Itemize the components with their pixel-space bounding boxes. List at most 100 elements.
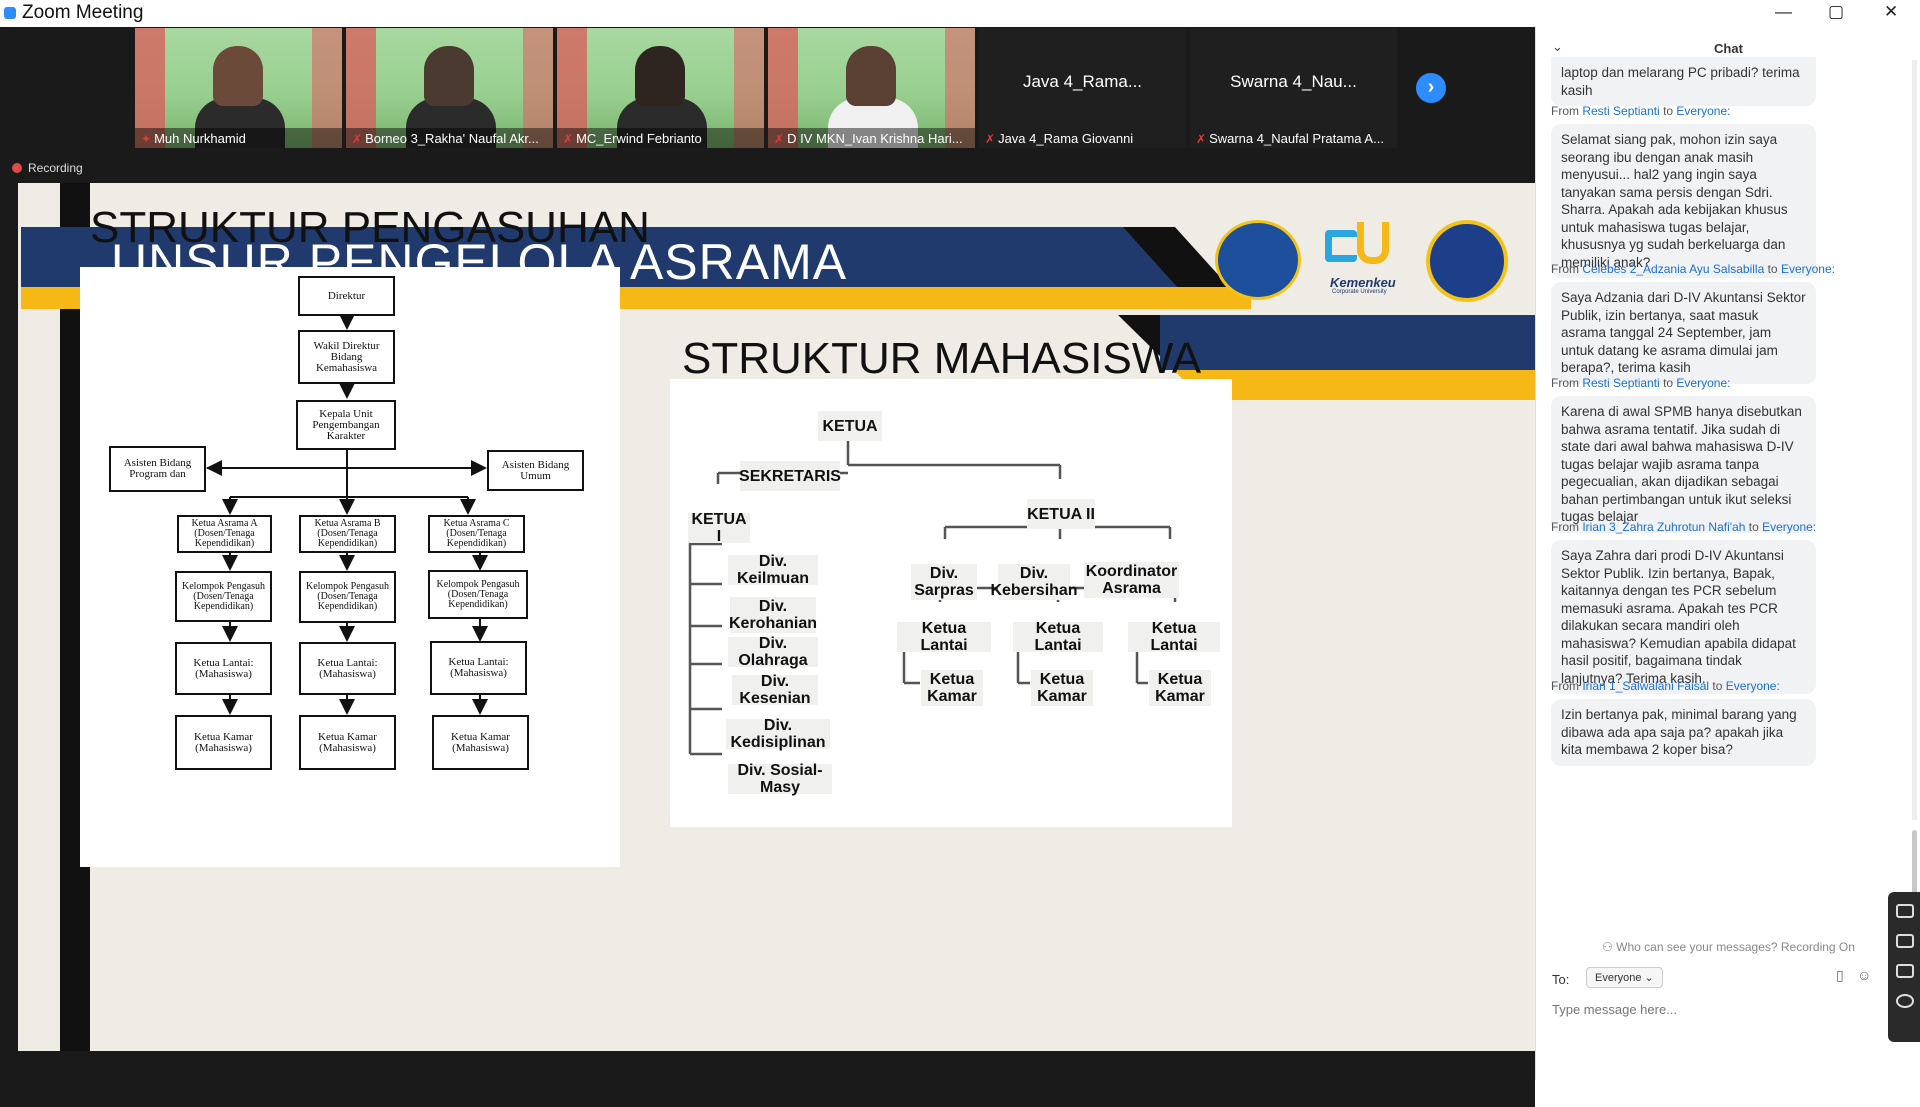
- chat-sender[interactable]: Resti Septianti: [1582, 104, 1659, 118]
- next-page-arrow-icon[interactable]: ›: [1416, 73, 1446, 103]
- box-asisten-program: Asisten Bidang Program dan: [109, 446, 206, 492]
- record-dot-icon: [12, 163, 22, 173]
- box-ketua-lantai-1: Ketua Lantai: [897, 620, 991, 654]
- box-ketua-asrama-a: Ketua Asrama A (Dosen/Tenaga Kependidika…: [177, 515, 272, 553]
- kemenkeu-logo: [1215, 220, 1301, 300]
- file-icon[interactable]: ▯: [1836, 967, 1844, 984]
- box-ketua: KETUA: [818, 411, 882, 441]
- participant-name: Swarna 4_Naufal Pratama A...: [1209, 131, 1384, 146]
- meeting-bottom-bar: [0, 1051, 1535, 1107]
- box-div-kedisiplinan: Div. Kedisiplinan: [726, 717, 830, 751]
- mic-muted-icon: ✗: [352, 132, 363, 146]
- box-ketua-lantai-a: Ketua Lantai: (Mahasiswa): [175, 642, 272, 695]
- chat-message-input[interactable]: [1552, 1002, 1852, 1017]
- chat-privacy-notice[interactable]: ⚇ Who can see your messages? Recording O…: [1536, 940, 1920, 954]
- box-asisten-umum: Asisten Bidang Umum: [487, 450, 584, 491]
- participant-tile[interactable]: ✗ D IV MKN_Ivan Krishna Hari...: [768, 28, 975, 148]
- mic-muted-icon: ✗: [563, 132, 574, 146]
- box-ketua-kamar-2: Ketua Kamar: [1031, 670, 1093, 706]
- chat-recipient[interactable]: Everyone:: [1762, 520, 1816, 534]
- mic-icon: ✦: [141, 132, 152, 146]
- chat-sender-line: From Irian 3_Zahra Zuhrotun Nafi'ah to E…: [1551, 520, 1817, 534]
- participant-name: D IV MKN_Ivan Krishna Hari...: [787, 131, 963, 146]
- chat-message: From Irian 3_Zahra Zuhrotun Nafi'ah to E…: [1551, 520, 1906, 694]
- participant-tile[interactable]: Swarna 4_Nau... ✗ Swarna 4_Naufal Pratama…: [1190, 28, 1397, 148]
- box-ketua-kamar-c: Ketua Kamar (Mahasiswa): [432, 715, 529, 770]
- chat-scrollbar-track[interactable]: [1912, 60, 1917, 820]
- emoji-icon[interactable]: ☺: [1857, 967, 1871, 983]
- participant-name: MC_Erwind Febrianto: [576, 131, 702, 146]
- recording-indicator: Recording: [12, 161, 83, 175]
- participant-tile[interactable]: ✦ Muh Nurkhamid: [135, 28, 342, 148]
- box-ketua-kamar-1: Ketua Kamar: [921, 670, 983, 706]
- image-icon[interactable]: [1896, 964, 1914, 978]
- chat-sender[interactable]: Celebes 2_Adzania Ayu Salsabilla: [1582, 262, 1764, 276]
- box-ketua-1: KETUA I: [688, 511, 750, 545]
- chat-sender[interactable]: Resti Septianti: [1582, 376, 1659, 390]
- kemenkeu-corpu-logo: [1325, 222, 1395, 272]
- chat-recipient-select[interactable]: Everyone ⌄: [1586, 967, 1663, 988]
- box-ketua-kamar-a: Ketua Kamar (Mahasiswa): [175, 715, 272, 770]
- chat-bubble: Saya Adzania dari D-IV Akuntansi Sektor …: [1551, 282, 1816, 384]
- chat-bubble: Izin bertanya pak, minimal barang yang d…: [1551, 699, 1816, 766]
- chat-bubble: Saya Zahra dari prodi D-IV Akuntansi Sek…: [1551, 540, 1816, 694]
- slide-accent-band: [1160, 315, 1535, 370]
- chat-message: From Celebes 2_Adzania Ayu Salsabilla to…: [1551, 262, 1906, 384]
- box-ketua-lantai-2: Ketua Lantai: [1013, 620, 1103, 654]
- window-titlebar: Zoom Meeting — ▢ ✕: [0, 0, 1920, 27]
- participant-tile[interactable]: Java 4_Rama... ✗ Java 4_Rama Giovanni: [979, 28, 1186, 148]
- chat-bubble: Karena di awal SPMB hanya disebutkan bah…: [1551, 396, 1816, 533]
- box-ketua-lantai-b: Ketua Lantai: (Mahasiswa): [299, 642, 396, 695]
- participant-tile[interactable]: ✗ MC_Erwind Febrianto: [557, 28, 764, 148]
- pengasuhan-org-chart: Direktur Wakil Direktur Bidang Kemahasis…: [80, 267, 620, 867]
- participant-name: Borneo 3_Rakha' Naufal Akr...: [365, 131, 539, 146]
- participant-display-name: Java 4_Rama...: [1022, 72, 1143, 91]
- zoom-app-icon: [4, 7, 16, 19]
- box-kepala-unit: Kepala Unit Pengembangan Karakter: [296, 400, 396, 450]
- mahasiswa-org-chart: KETUA SEKRETARIS KETUA I KETUA II Div. K…: [670, 379, 1232, 827]
- chat-title: Chat: [1714, 41, 1743, 56]
- box-kelompok-a: Kelompok Pengasuh (Dosen/Tenaga Kependid…: [175, 571, 272, 622]
- box-div-kesenian: Div. Kesenian: [732, 673, 818, 707]
- maximize-button[interactable]: ▢: [1828, 2, 1844, 22]
- window-title: Zoom Meeting: [22, 2, 144, 23]
- chat-recipient[interactable]: Everyone:: [1676, 376, 1730, 390]
- heading-struktur-pengasuhan: STRUKTUR PENGASUHAN: [90, 203, 650, 252]
- box-div-sosial-masy: Div. Sosial-Masy: [728, 762, 832, 796]
- participant-strip: ✦ Muh Nurkhamid ✗ Borneo 3_Rakha' Naufal A…: [0, 27, 1535, 149]
- box-ketua-2: KETUA II: [1027, 499, 1095, 529]
- chat-recipient[interactable]: Everyone:: [1781, 262, 1835, 276]
- chat-sender-line: From Irian 1_Salwalani Faisal to Everyon…: [1551, 679, 1780, 693]
- chat-sender-line: From Celebes 2_Adzania Ayu Salsabilla to…: [1551, 262, 1835, 276]
- chat-recipient[interactable]: Everyone:: [1726, 679, 1780, 693]
- box-ketua-kamar-b: Ketua Kamar (Mahasiswa): [299, 715, 396, 770]
- mic-muted-icon: ✗: [985, 132, 996, 146]
- box-div-sarpras: Div. Sarpras: [911, 564, 977, 600]
- chat-message: From Irian 1_Salwalani Faisal to Everyon…: [1551, 679, 1906, 766]
- chat-to-label: To:: [1552, 972, 1570, 987]
- mic-muted-icon: ✗: [774, 132, 785, 146]
- gear-icon[interactable]: [1896, 994, 1914, 1008]
- kemenkeu-logo-text: Kemenkeu: [1330, 275, 1396, 290]
- box-div-kerohanian: Div. Kerohanian: [729, 597, 818, 633]
- participant-tile[interactable]: ✗ Borneo 3_Rakha' Naufal Akr...: [346, 28, 553, 148]
- video-icon[interactable]: [1896, 934, 1914, 948]
- participant-name: Java 4_Rama Giovanni: [998, 131, 1134, 146]
- people-icon: ⚇: [1602, 940, 1617, 954]
- box-div-olahraga: Div. Olahraga: [728, 635, 818, 669]
- chat-sender[interactable]: Irian 1_Salwalani Faisal: [1582, 679, 1709, 693]
- chat-sender[interactable]: Irian 3_Zahra Zuhrotun Nafi'ah: [1582, 520, 1745, 534]
- chat-recipient[interactable]: Everyone:: [1676, 104, 1730, 118]
- camera-icon[interactable]: [1896, 904, 1914, 918]
- meeting-area: ✦ Muh Nurkhamid ✗ Borneo 3_Rakha' Naufal A…: [0, 27, 1535, 1107]
- box-ketua-asrama-b: Ketua Asrama B (Dosen/Tenaga Kependidika…: [299, 515, 396, 553]
- box-ketua-lantai-3: Ketua Lantai: [1128, 620, 1220, 654]
- box-kelompok-c: Kelompok Pengasuh (Dosen/Tenaga Kependid…: [428, 570, 528, 619]
- minimize-button[interactable]: —: [1775, 2, 1792, 22]
- box-sekretaris: SEKRETARIS: [739, 461, 841, 491]
- box-div-keilmuan: Div. Keilmuan: [728, 553, 818, 587]
- close-button[interactable]: ✕: [1884, 2, 1898, 22]
- box-direktur: Direktur: [298, 276, 395, 316]
- chat-message-fragment: laptop dan melarang PC pribadi? terima k…: [1551, 57, 1906, 106]
- chat-bubble: Selamat siang pak, mohon izin saya seora…: [1551, 124, 1816, 278]
